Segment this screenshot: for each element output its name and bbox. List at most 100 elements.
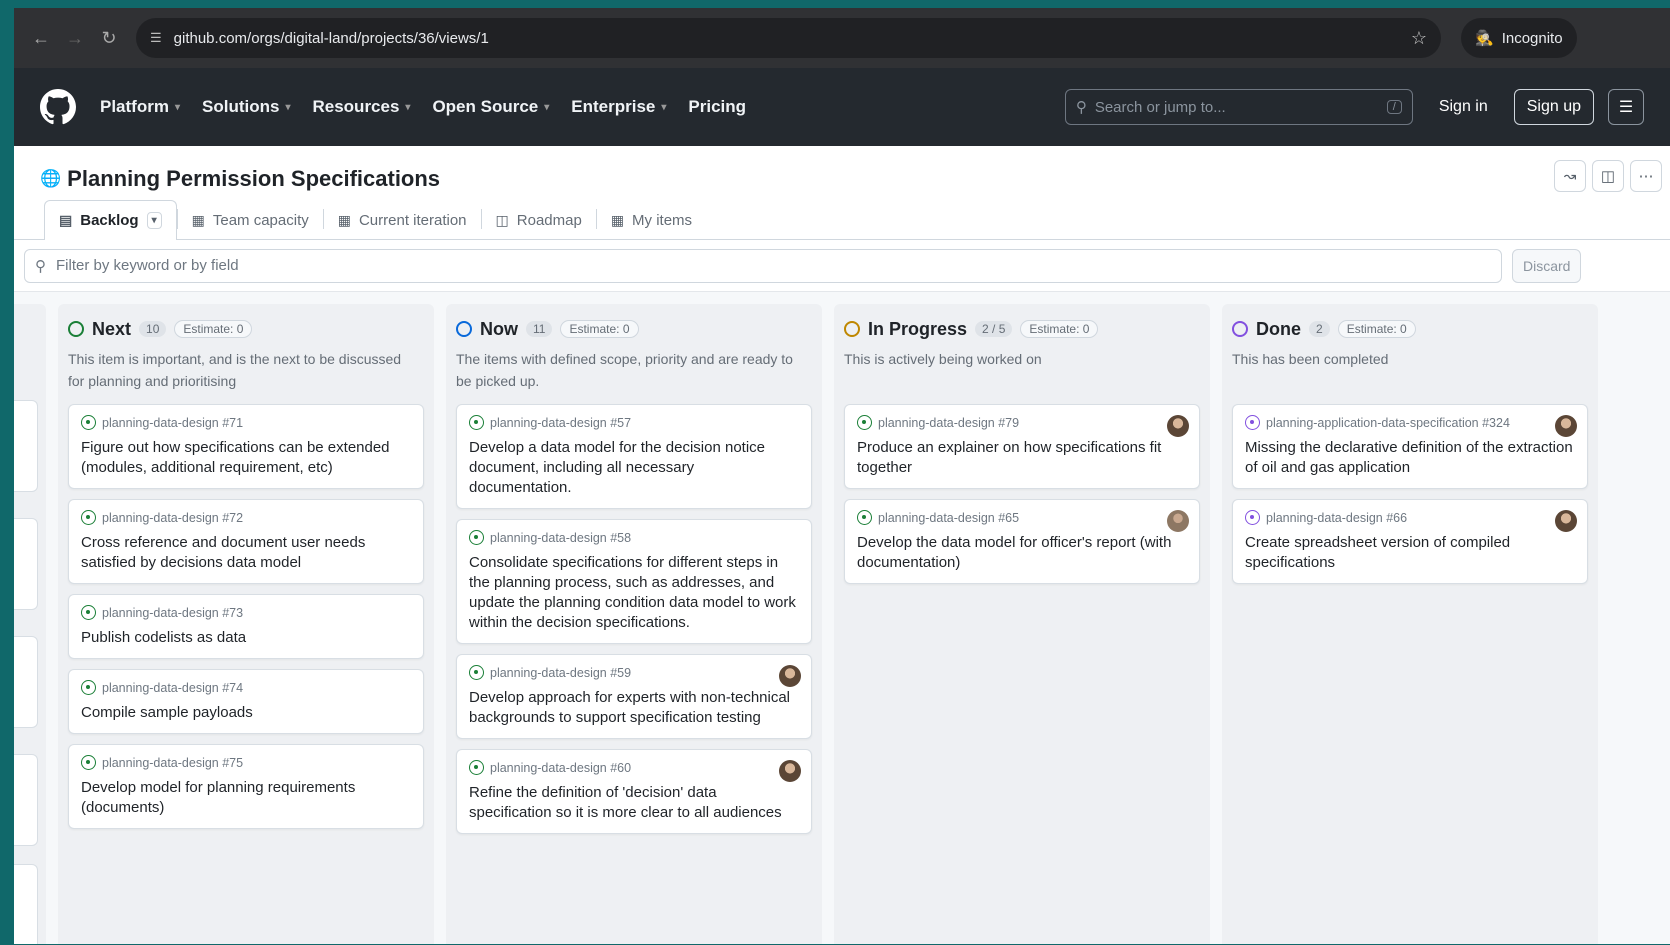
- assignee-avatar[interactable]: [1167, 510, 1189, 532]
- card-title[interactable]: Missing the declarative definition of th…: [1245, 438, 1575, 478]
- assignee-avatar[interactable]: [779, 665, 801, 687]
- column-name[interactable]: In Progress: [868, 319, 967, 340]
- repo-issue-number: planning-data-design #60: [490, 760, 632, 775]
- repo-issue-number: planning-data-design #79: [878, 415, 1020, 430]
- filter-input[interactable]: ⚲ Filter by keyword or by field: [24, 248, 1502, 283]
- card-title[interactable]: Figure out how specifications can be ext…: [81, 438, 411, 478]
- nav-item-pricing[interactable]: Pricing: [688, 97, 746, 117]
- back-icon[interactable]: ←: [24, 28, 58, 49]
- repo-issue-number: planning-application-data-specification …: [1266, 415, 1510, 430]
- column-name[interactable]: Now: [480, 319, 518, 340]
- card-repo-ref[interactable]: planning-data-design #75: [81, 755, 411, 770]
- card-repo-ref[interactable]: planning-data-design #60: [469, 760, 799, 775]
- card-title[interactable]: Create spreadsheet version of compiled s…: [1245, 533, 1575, 573]
- issue-card[interactable]: planning-data-design #75 Develop model fo…: [68, 744, 424, 829]
- view-options-caret-icon[interactable]: ▾: [146, 212, 162, 229]
- card-title[interactable]: Compile sample payloads: [81, 703, 411, 723]
- issue-card[interactable]: planning-data-design #72 Cross reference …: [68, 499, 424, 584]
- issue-card[interactable]: planning-data-design #74 Compile sample p…: [68, 669, 424, 734]
- card-title[interactable]: Develop the data model for officer's rep…: [857, 533, 1187, 573]
- table-view-icon: ▦: [610, 211, 625, 228]
- assignee-avatar[interactable]: [1555, 415, 1577, 437]
- issue-card[interactable]: planning-data-design #58 Consolidate spec…: [456, 519, 812, 644]
- card-title[interactable]: Develop model for planning requirements …: [81, 778, 411, 818]
- card-repo-ref[interactable]: planning-data-design #79: [857, 415, 1187, 430]
- estimate-badge: Estimate: 0: [560, 320, 639, 338]
- tab-team-capacity[interactable]: ▦ Team capacity: [178, 201, 323, 239]
- bookmark-star-icon[interactable]: ☆: [1411, 28, 1427, 49]
- nav-item-enterprise[interactable]: Enterprise ▾: [571, 97, 666, 117]
- filter-placeholder: Filter by keyword or by field: [56, 257, 239, 274]
- nav-item-solutions[interactable]: Solutions ▾: [202, 97, 290, 117]
- nav-item-open-source[interactable]: Open Source ▾: [432, 97, 549, 117]
- issue-card[interactable]: planning-data-design #71 Figure out how s…: [68, 404, 424, 489]
- card-title[interactable]: Refine the definition of 'decision' data…: [469, 783, 799, 823]
- card-repo-ref[interactable]: planning-data-design #58: [469, 530, 799, 545]
- issue-open-icon: [81, 415, 96, 430]
- card-repo-ref[interactable]: planning-data-design #74: [81, 680, 411, 695]
- settings-sliders-icon[interactable]: ☰: [1608, 89, 1644, 125]
- tab-my-items[interactable]: ▦ My items: [597, 201, 706, 239]
- stub-card[interactable]: [14, 518, 38, 610]
- nav-item-resources[interactable]: Resources ▾: [312, 97, 410, 117]
- filter-bar: ⚲ Filter by keyword or by field Discard: [14, 240, 1670, 292]
- card-title[interactable]: Develop a data model for the decision no…: [469, 438, 799, 498]
- tab-backlog[interactable]: ▤ Backlog ▾: [44, 200, 177, 240]
- address-bar[interactable]: ☰ github.com/orgs/digital-land/projects/…: [136, 18, 1441, 58]
- card-title[interactable]: Produce an explainer on how specificatio…: [857, 438, 1187, 478]
- card-repo-ref[interactable]: planning-data-design #59: [469, 665, 799, 680]
- issue-card[interactable]: planning-data-design #57 Develop a data m…: [456, 404, 812, 509]
- card-repo-ref[interactable]: planning-data-design #71: [81, 415, 411, 430]
- stub-card[interactable]: [14, 636, 38, 728]
- issue-card[interactable]: planning-data-design #73 Publish codelist…: [68, 594, 424, 659]
- assignee-avatar[interactable]: [779, 760, 801, 782]
- column-name[interactable]: Next: [92, 319, 131, 340]
- sign-in-link[interactable]: Sign in: [1439, 98, 1488, 116]
- issue-card[interactable]: planning-data-design #66 Create spreadshe…: [1232, 499, 1588, 584]
- side-panel-icon[interactable]: ◫: [1592, 160, 1624, 192]
- issue-card[interactable]: planning-data-design #59 Develop approach…: [456, 654, 812, 739]
- more-options-icon[interactable]: ⋯: [1630, 160, 1662, 192]
- insights-chart-icon[interactable]: ↝: [1554, 160, 1586, 192]
- forward-icon[interactable]: →: [58, 28, 92, 49]
- card-repo-ref[interactable]: planning-data-design #65: [857, 510, 1187, 525]
- card-title[interactable]: Cross reference and document user needs …: [81, 533, 411, 573]
- stub-card[interactable]: [14, 400, 38, 492]
- stub-card[interactable]: [14, 864, 38, 944]
- site-settings-icon[interactable]: ☰: [150, 30, 162, 46]
- card-repo-ref[interactable]: planning-application-data-specification …: [1245, 415, 1575, 430]
- incognito-badge[interactable]: 🕵 Incognito: [1461, 18, 1577, 58]
- card-title[interactable]: Consolidate specifications for different…: [469, 553, 799, 633]
- card-repo-ref[interactable]: planning-data-design #73: [81, 605, 411, 620]
- column-name[interactable]: Done: [1256, 319, 1301, 340]
- sign-up-button[interactable]: Sign up: [1513, 89, 1594, 125]
- tab-label: My items: [632, 211, 693, 229]
- column-header: Now 11 Estimate: 0: [456, 316, 812, 342]
- issue-card[interactable]: planning-application-data-specification …: [1232, 404, 1588, 489]
- project-actions: ↝ ◫ ⋯: [1554, 160, 1662, 192]
- stub-card[interactable]: [14, 754, 38, 846]
- reload-icon[interactable]: ↻: [92, 28, 126, 49]
- card-title[interactable]: Publish codelists as data: [81, 628, 411, 648]
- card-repo-ref[interactable]: planning-data-design #57: [469, 415, 799, 430]
- github-logo-icon[interactable]: [40, 89, 76, 125]
- discard-button[interactable]: Discard: [1512, 248, 1582, 283]
- view-tabs: ▤ Backlog ▾ ▦ Team capacity ▦ Current iteratio…: [44, 200, 706, 240]
- issue-card[interactable]: planning-data-design #79 Produce an expla…: [844, 404, 1200, 489]
- repo-issue-number: planning-data-design #59: [490, 665, 632, 680]
- nav-item-platform[interactable]: Platform ▾: [100, 97, 180, 117]
- assignee-avatar[interactable]: [1555, 510, 1577, 532]
- assignee-avatar[interactable]: [1167, 415, 1189, 437]
- issue-card[interactable]: planning-data-design #60 Refine the defin…: [456, 749, 812, 834]
- issue-open-icon: [469, 665, 484, 680]
- global-search[interactable]: ⚲ Search or jump to... /: [1064, 89, 1413, 125]
- tab-current-iteration[interactable]: ▦ Current iteration: [324, 201, 481, 239]
- project-header: 🌐 Planning Permission Specifications ↝ ◫…: [14, 146, 1670, 240]
- tab-roadmap[interactable]: ◫ Roadmap: [482, 201, 596, 239]
- issue-card[interactable]: planning-data-design #65 Develop the data…: [844, 499, 1200, 584]
- card-repo-ref[interactable]: planning-data-design #66: [1245, 510, 1575, 525]
- card-title[interactable]: Develop approach for experts with non-te…: [469, 688, 799, 728]
- url-text[interactable]: github.com/orgs/digital-land/projects/36…: [174, 30, 1411, 47]
- card-repo-ref[interactable]: planning-data-design #72: [81, 510, 411, 525]
- global-nav: Platform ▾ Solutions ▾ Resources ▾ Open Source…: [100, 97, 768, 117]
